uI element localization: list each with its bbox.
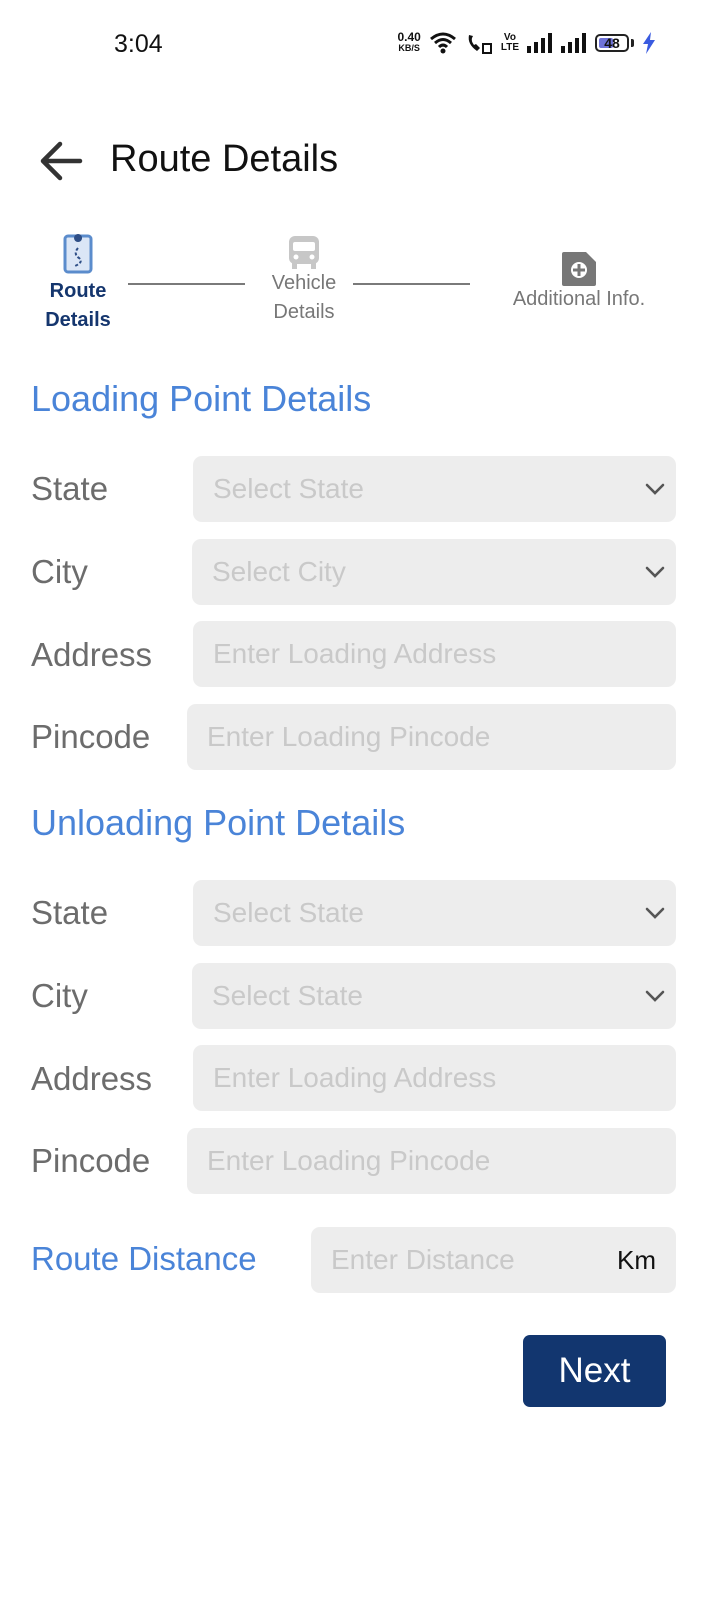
unloading-address-label: Address: [31, 1060, 153, 1097]
status-icons: 0.40 KB/S Vo LTE 48: [397, 30, 656, 54]
distance-unit: Km: [617, 1244, 656, 1275]
loading-section-title: Loading Point Details: [31, 378, 372, 419]
next-button[interactable]: Next: [523, 1335, 666, 1407]
unloading-state-placeholder: Select State: [213, 897, 364, 928]
document-plus-icon: [562, 252, 596, 286]
unloading-state-label: State: [31, 894, 109, 931]
chevron-down-icon: [645, 990, 665, 1002]
bus-icon: [289, 236, 319, 269]
loading-pincode-input[interactable]: Enter Loading Pincode: [187, 704, 676, 770]
unloading-pincode-input[interactable]: Enter Loading Pincode: [187, 1128, 676, 1194]
route-map-icon: [63, 234, 93, 274]
wifi-call-icon: [468, 35, 492, 54]
unloading-section-title: Unloading Point Details: [31, 802, 406, 843]
step-label-vehicle: Vehicle Details: [271, 272, 337, 323]
loading-city-select[interactable]: Select City: [192, 539, 676, 605]
route-distance-input[interactable]: Enter Distance Km: [311, 1227, 676, 1293]
battery-icon: 48: [595, 34, 629, 52]
loading-pincode-placeholder: Enter Loading Pincode: [207, 721, 491, 752]
arrow-left-icon[interactable]: [36, 136, 86, 186]
signal-icon-2: [561, 33, 586, 53]
loading-address-placeholder: Enter Loading Address: [213, 638, 497, 669]
volte-indicator: Vo LTE: [500, 32, 519, 53]
battery-cap: [631, 39, 634, 47]
unloading-city-select[interactable]: Select State: [192, 963, 676, 1029]
step-connector-1: [128, 283, 245, 285]
chevron-down-icon: [645, 907, 665, 919]
unloading-city-placeholder: Select State: [212, 980, 363, 1011]
net-speed: 0.40 KB/S: [397, 30, 421, 54]
battery-level: 48: [604, 35, 620, 51]
charging-bolt-icon: [643, 32, 655, 54]
unloading-state-select[interactable]: Select State: [193, 880, 676, 946]
step-route-details[interactable]: Route Details: [30, 234, 126, 335]
chevron-down-icon: [645, 566, 665, 578]
unloading-address-placeholder: Enter Loading Address: [213, 1062, 497, 1093]
wifi-icon: [429, 32, 456, 54]
step-connector-2: [353, 283, 470, 285]
route-distance-placeholder: Enter Distance: [331, 1244, 515, 1275]
unloading-address-input[interactable]: Enter Loading Address: [193, 1045, 676, 1111]
step-vehicle-details[interactable]: Vehicle Details: [254, 234, 354, 327]
unloading-city-label: City: [31, 977, 88, 1014]
unloading-pincode-label: Pincode: [31, 1142, 151, 1179]
signal-icon-1: [527, 33, 552, 53]
net-speed-value: 0.40: [397, 30, 421, 44]
status-time: 3:04: [114, 30, 163, 58]
unloading-pincode-placeholder: Enter Loading Pincode: [207, 1145, 491, 1176]
net-speed-unit: KB/S: [398, 43, 420, 53]
loading-address-input[interactable]: Enter Loading Address: [193, 621, 676, 687]
page-title: Route Details: [110, 138, 339, 180]
step-label-additional: Additional Info.: [512, 288, 646, 310]
step-additional-info[interactable]: Additional Info.: [496, 250, 662, 314]
loading-city-label: City: [31, 553, 88, 590]
step-label-route: Route Details: [45, 280, 111, 331]
loading-city-placeholder: Select City: [212, 556, 346, 587]
loading-pincode-label: Pincode: [31, 718, 151, 755]
loading-state-label: State: [31, 470, 109, 507]
loading-state-select[interactable]: Select State: [193, 456, 676, 522]
chevron-down-icon: [645, 483, 665, 495]
route-distance-label: Route Distance: [31, 1240, 257, 1277]
loading-address-label: Address: [31, 636, 153, 673]
loading-state-placeholder: Select State: [213, 473, 364, 504]
